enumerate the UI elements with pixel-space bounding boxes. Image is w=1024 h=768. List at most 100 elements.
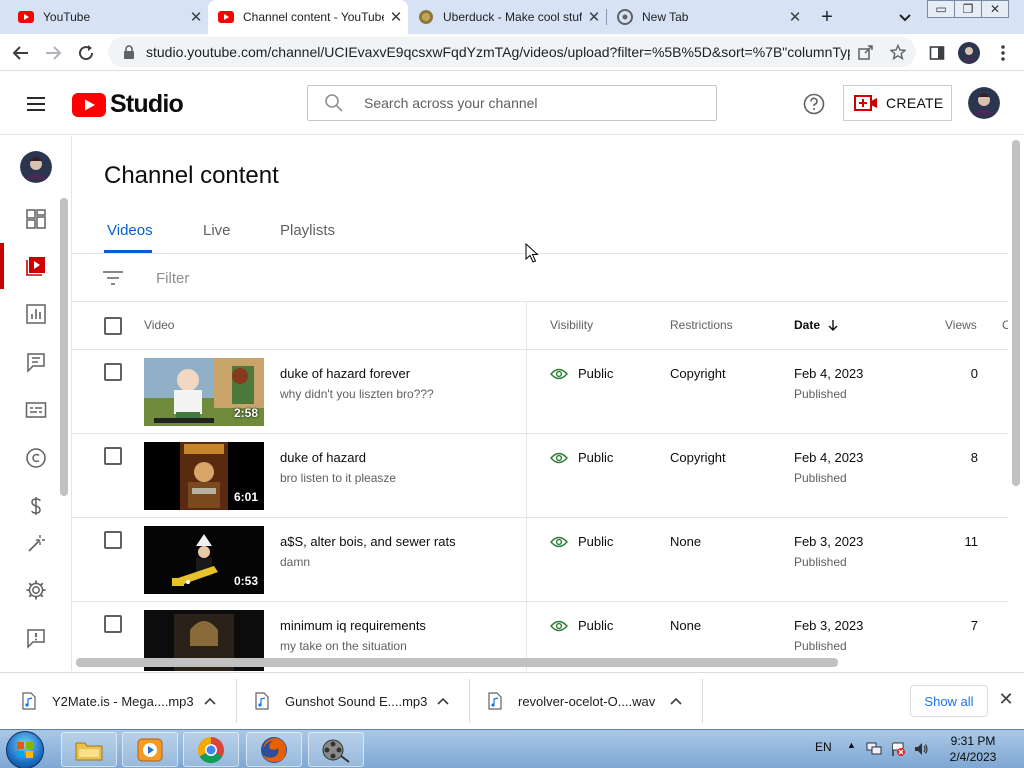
visibility-cell[interactable]: Public <box>550 450 613 465</box>
show-hidden-icons-chevron-icon[interactable]: ▲ <box>847 740 856 750</box>
channel-search-box[interactable] <box>307 85 717 121</box>
row-checkbox[interactable] <box>104 447 122 465</box>
video-thumbnail[interactable]: 6:01 <box>144 442 264 510</box>
active-tab-indicator <box>104 250 152 253</box>
filter-icon[interactable] <box>102 268 124 288</box>
table-row[interactable]: 2:58 duke of hazard forever why didn't y… <box>72 350 1008 434</box>
create-button[interactable]: CREATE <box>843 85 952 121</box>
video-duration: 6:01 <box>233 490 258 504</box>
row-checkbox[interactable] <box>104 615 122 633</box>
audio-file-icon <box>22 692 38 710</box>
close-tab-icon[interactable]: ✕ <box>783 8 807 26</box>
column-header-date[interactable]: Date <box>794 318 840 332</box>
studio-logo[interactable]: Studio <box>72 90 184 119</box>
visibility-cell[interactable]: Public <box>550 534 613 549</box>
video-title[interactable]: a$S, alter bois, and sewer rats <box>280 534 456 549</box>
chevron-up-icon[interactable] <box>200 697 220 705</box>
browser-tab-new-tab[interactable]: New Tab ✕ <box>607 0 807 34</box>
start-button[interactable] <box>6 731 44 768</box>
forward-button[interactable] <box>40 40 66 66</box>
browser-tab-youtube[interactable]: YouTube ✕ <box>8 0 208 34</box>
maximize-button[interactable]: ❐ <box>954 0 982 18</box>
close-tab-icon[interactable]: ✕ <box>384 8 408 26</box>
select-all-checkbox[interactable] <box>104 317 122 335</box>
row-checkbox[interactable] <box>104 363 122 381</box>
bookmark-star-icon[interactable] <box>882 44 914 60</box>
download-item[interactable]: revolver-ocelot-O....wav <box>488 673 686 729</box>
visibility-cell[interactable]: Public <box>550 366 613 381</box>
tab-search-chevron-icon[interactable] <box>894 6 916 28</box>
rail-scrollbar[interactable] <box>60 198 68 496</box>
channel-avatar[interactable] <box>20 151 52 183</box>
show-all-downloads-button[interactable]: Show all <box>910 685 988 717</box>
subtitles-icon <box>25 402 47 418</box>
browser-tab-channel-content[interactable]: Channel content - YouTube Studio ✕ <box>208 0 408 34</box>
tab-live[interactable]: Live <box>203 222 231 239</box>
table-row[interactable]: 6:01 duke of hazard bro listen to it ple… <box>72 434 1008 518</box>
reload-button[interactable] <box>73 40 99 66</box>
chevron-up-icon[interactable] <box>666 697 686 705</box>
tab-playlists[interactable]: Playlists <box>280 222 335 239</box>
browser-tab-title: New Tab <box>642 10 689 24</box>
vertical-scrollbar[interactable] <box>1012 140 1020 486</box>
video-thumbnail[interactable]: 2:58 <box>144 358 264 426</box>
column-header-restrictions[interactable]: Restrictions <box>670 318 733 332</box>
row-checkbox[interactable] <box>104 531 122 549</box>
visibility-label: Public <box>578 366 614 381</box>
lock-icon[interactable] <box>118 45 140 59</box>
close-tab-icon[interactable]: ✕ <box>582 8 606 26</box>
chevron-up-icon[interactable] <box>433 697 453 705</box>
close-tab-icon[interactable]: ✕ <box>184 8 208 26</box>
rail-item-customization[interactable] <box>0 529 72 559</box>
minimize-button[interactable]: ▭ <box>927 0 955 18</box>
hamburger-menu-icon[interactable] <box>24 92 48 116</box>
dashboard-icon <box>26 209 46 229</box>
language-indicator[interactable]: EN <box>815 740 832 754</box>
column-header-visibility[interactable]: Visibility <box>550 318 593 332</box>
profile-button[interactable] <box>956 40 982 66</box>
taskbar-explorer-button[interactable] <box>61 732 117 767</box>
action-center-flag-icon[interactable] <box>890 741 906 757</box>
filter-input[interactable] <box>156 265 536 291</box>
folder-icon <box>75 742 103 760</box>
audio-file-icon <box>255 692 271 710</box>
browser-menu-button[interactable] <box>990 40 1016 66</box>
restrictions-value[interactable]: Copyright <box>670 450 726 465</box>
taskbar-chrome-button[interactable] <box>183 732 239 767</box>
system-clock[interactable]: 9:31 PM 2/4/2023 <box>938 733 1008 765</box>
create-video-icon <box>854 94 878 112</box>
video-title[interactable]: minimum iq requirements <box>280 618 426 633</box>
taskbar-video-editor-button[interactable] <box>308 732 364 767</box>
download-item[interactable]: Gunshot Sound E....mp3 <box>255 673 453 729</box>
share-icon[interactable] <box>850 44 882 60</box>
taskbar-media-player-button[interactable] <box>122 732 178 767</box>
video-thumbnail[interactable]: 0:53 <box>144 526 264 594</box>
account-avatar[interactable] <box>968 87 1000 119</box>
table-row[interactable]: 0:53 a$S, alter bois, and sewer rats dam… <box>72 518 1008 602</box>
side-panel-button[interactable] <box>924 40 950 66</box>
page-title: Channel content <box>104 162 279 189</box>
horizontal-scrollbar[interactable] <box>76 658 838 667</box>
video-title[interactable]: duke of hazard forever <box>280 366 410 381</box>
visibility-cell[interactable]: Public <box>550 618 613 633</box>
close-window-button[interactable]: ✕ <box>981 0 1009 18</box>
download-item[interactable]: Y2Mate.is - Mega....mp3 <box>22 673 220 729</box>
network-icon[interactable] <box>866 741 882 757</box>
taskbar-firefox-button[interactable] <box>246 732 302 767</box>
search-input[interactable] <box>364 95 704 111</box>
restrictions-value[interactable]: Copyright <box>670 366 726 381</box>
tab-videos[interactable]: Videos <box>107 222 153 239</box>
volume-icon[interactable] <box>913 741 929 757</box>
close-download-shelf-icon[interactable]: ✕ <box>996 689 1016 713</box>
rail-item-settings[interactable] <box>0 567 72 613</box>
column-header-comments[interactable]: C <box>1002 318 1008 332</box>
browser-tab-uberduck[interactable]: Uberduck - Make cool stuff ✕ <box>408 0 606 34</box>
back-button[interactable] <box>8 40 34 66</box>
column-header-views[interactable]: Views <box>945 318 977 332</box>
url-text[interactable]: studio.youtube.com/channel/UCIEvaxvE9qcs… <box>146 44 850 60</box>
help-icon[interactable] <box>802 92 826 116</box>
video-title[interactable]: duke of hazard <box>280 450 366 465</box>
rail-item-feedback[interactable] <box>0 615 72 661</box>
address-bar[interactable]: studio.youtube.com/channel/UCIEvaxvE9qcs… <box>108 37 916 67</box>
new-tab-button[interactable]: + <box>814 4 840 30</box>
